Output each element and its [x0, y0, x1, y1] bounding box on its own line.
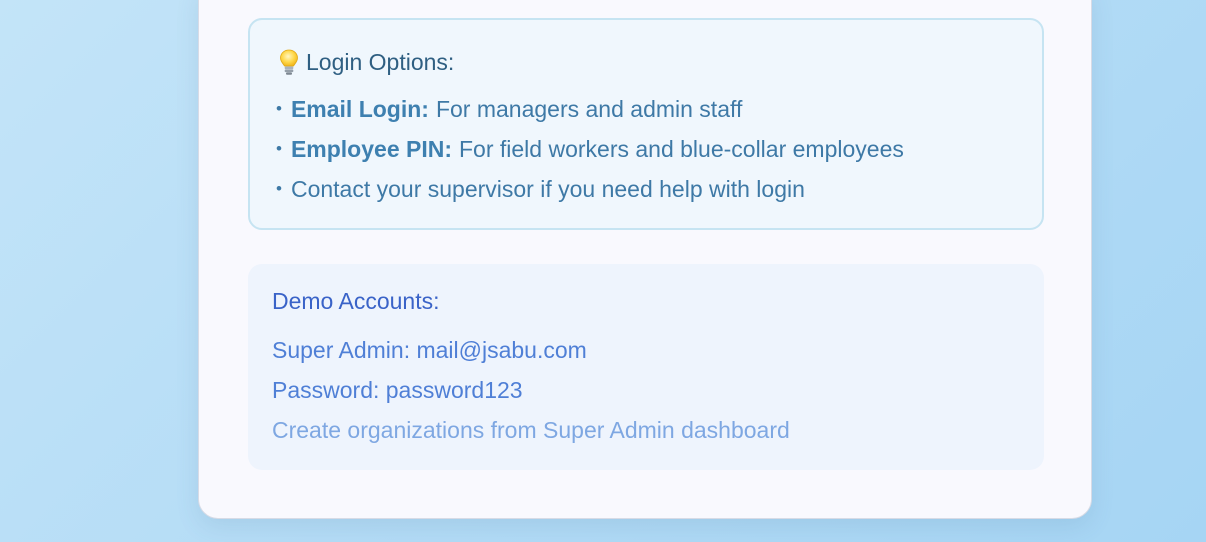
login-option-item-help: • Contact your supervisor if you need he… — [276, 174, 805, 204]
demo-super-admin-email: Super Admin: mail@jsabu.com — [272, 336, 587, 363]
login-options-box: Login Options: • Email Login: For manage… — [248, 18, 1044, 230]
login-card: Login Options: • Email Login: For manage… — [198, 0, 1092, 519]
login-option-text: Contact your supervisor if you need help… — [290, 175, 805, 202]
demo-password: Password: password123 — [272, 376, 523, 403]
demo-accounts-title: Demo Accounts: — [272, 287, 440, 314]
login-option-label: Employee PIN: — [290, 135, 452, 162]
bullet-icon: • — [276, 179, 282, 198]
demo-note: Create organizations from Super Admin da… — [272, 416, 790, 443]
bullet-icon: • — [276, 139, 282, 158]
login-option-text: For managers and admin staff — [435, 95, 743, 122]
demo-accounts-box: Demo Accounts: Super Admin: mail@jsabu.c… — [248, 264, 1044, 470]
bullet-icon: • — [276, 99, 282, 118]
login-options-title: Login Options: — [306, 48, 455, 75]
lightbulb-icon — [276, 47, 302, 77]
login-option-item-email: • Email Login: For managers and admin st… — [276, 94, 742, 124]
login-options-header: Login Options: — [276, 47, 454, 77]
login-option-text: For field workers and blue-collar employ… — [459, 135, 904, 162]
login-option-label: Email Login: — [290, 95, 429, 122]
login-option-item-pin: • Employee PIN: For field workers and bl… — [276, 134, 904, 164]
